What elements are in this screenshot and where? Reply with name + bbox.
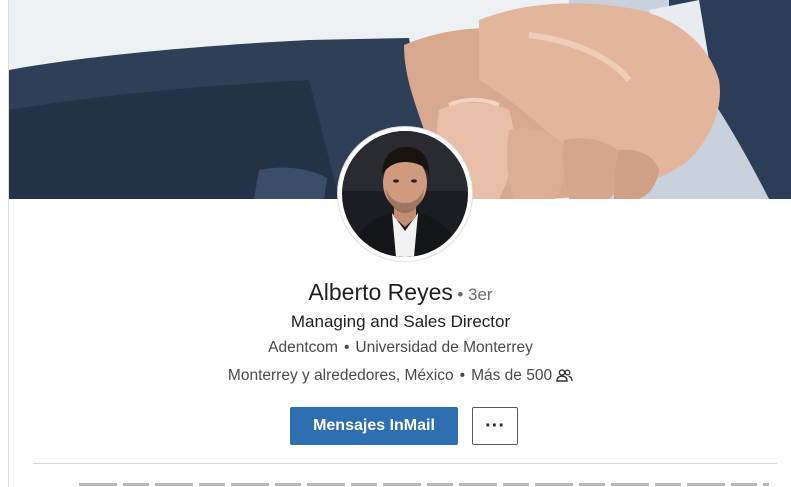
- profile-company-school: Adentcom • Universidad de Monterrey: [9, 338, 791, 358]
- summary-text-cropped: [79, 478, 769, 487]
- profile-name: Alberto Reyes: [308, 279, 453, 305]
- school-link[interactable]: Universidad de Monterrey: [355, 339, 532, 356]
- profile-card: Alberto Reyes • 3er Managing and Sales D…: [8, 0, 791, 487]
- profile-headline: Managing and Sales Director: [290, 312, 511, 331]
- section-divider: [33, 463, 777, 464]
- company-link[interactable]: Adentcom: [268, 339, 338, 356]
- profile-name-row: Alberto Reyes • 3er: [9, 278, 791, 310]
- more-actions-button[interactable]: ···: [472, 407, 518, 445]
- connection-degree: • 3er: [457, 285, 493, 304]
- separator-dot: •: [343, 339, 350, 356]
- separator-dot: •: [459, 367, 466, 384]
- connections-count[interactable]: Más de 500: [471, 367, 552, 384]
- people-icon: [556, 368, 573, 388]
- profile-location: Monterrey y alrededores, México: [227, 367, 454, 384]
- inmail-button[interactable]: Mensajes InMail: [290, 407, 458, 445]
- ellipsis-icon: ···: [485, 415, 505, 437]
- profile-avatar[interactable]: [338, 127, 472, 261]
- profile-photo: [342, 131, 468, 257]
- profile-location-connections: Monterrey y alrededores, México • Más de 5…: [9, 366, 791, 388]
